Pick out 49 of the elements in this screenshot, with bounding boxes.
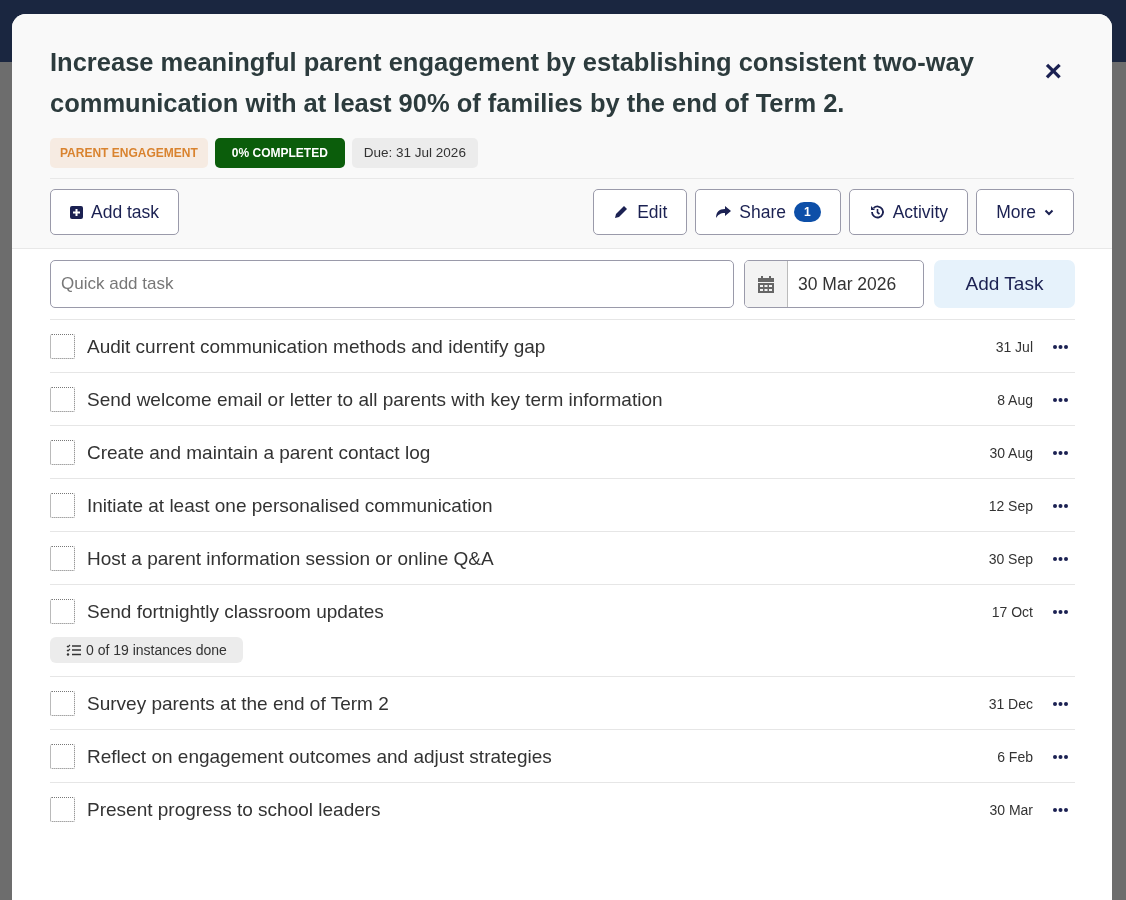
- due-date: 30 Mar: [989, 801, 1033, 818]
- checkbox[interactable]: [50, 440, 75, 465]
- task-title: Send fortnightly classroom updates: [87, 600, 385, 623]
- due-date: 12 Sep: [988, 497, 1033, 514]
- close-button[interactable]: ×: [1044, 56, 1062, 86]
- due-date: 30 Aug: [989, 444, 1033, 461]
- due-date: 30 Sep: [988, 550, 1033, 567]
- checkbox[interactable]: [50, 387, 75, 412]
- pencil-icon: [613, 204, 630, 220]
- category-tag: PARENT ENGAGEMENT: [50, 138, 208, 168]
- share-arrow-icon: [715, 205, 732, 219]
- due-date: 6 Feb: [997, 748, 1033, 765]
- checkbox[interactable]: [50, 691, 75, 716]
- task-title: Host a parent information session or online Q&A: [87, 547, 495, 570]
- checkbox[interactable]: [50, 599, 75, 624]
- instances-text: 0 of 19 instances done: [86, 642, 227, 658]
- checkbox[interactable]: [50, 744, 75, 769]
- add-task-submit-button[interactable]: Add Task: [934, 260, 1075, 308]
- edit-button[interactable]: Edit: [593, 189, 688, 235]
- due-date: 17 Oct: [991, 603, 1033, 620]
- due-date: 31 Jul: [995, 338, 1033, 355]
- share-button[interactable]: Share 1: [695, 189, 841, 235]
- task-title: Send welcome email or letter to all parents with key term information: [87, 388, 664, 411]
- due-date-tag: Due: 31 Jul 2026: [351, 138, 478, 168]
- count-badge: 1: [794, 202, 821, 222]
- due-date: 31 Dec: [988, 695, 1033, 712]
- checklist-icon: [66, 644, 81, 656]
- checkbox[interactable]: [50, 797, 75, 822]
- task-title: Audit current communication methods and identify gap: [87, 335, 547, 358]
- add-task-button[interactable]: Add task: [50, 189, 180, 235]
- checkbox[interactable]: [50, 546, 75, 571]
- history-icon: [868, 204, 885, 220]
- quick-add-field[interactable]: Quick add task: [50, 260, 734, 308]
- date-field[interactable]: 30 Mar 2026: [744, 260, 924, 308]
- task-title: Create and maintain a parent contact log: [87, 441, 432, 464]
- plus-square-icon: [70, 205, 83, 219]
- task-title: Reflect on engagement outcomes and adjust strategies: [87, 745, 553, 768]
- checkbox[interactable]: [50, 334, 75, 359]
- task-title: Survey parents at the end of Term 2: [87, 692, 390, 715]
- checkbox[interactable]: [50, 493, 75, 518]
- activity-button[interactable]: Activity: [848, 189, 969, 235]
- calendar-icon: [758, 275, 774, 293]
- goal-title: Increase meaningful parent engagement by establishing consistent two-way communication with at least 90% of families by the end of Term 2.: [50, 47, 975, 119]
- task-title: Initiate at least one personalised communication: [87, 494, 494, 517]
- progress-tag: 0% COMPLETED: [214, 138, 345, 168]
- due-date: 8 Aug: [997, 391, 1033, 408]
- task-title: Present progress to school leaders: [87, 798, 382, 821]
- chevron-down-icon: [1044, 208, 1054, 216]
- more-button[interactable]: More: [976, 189, 1074, 235]
